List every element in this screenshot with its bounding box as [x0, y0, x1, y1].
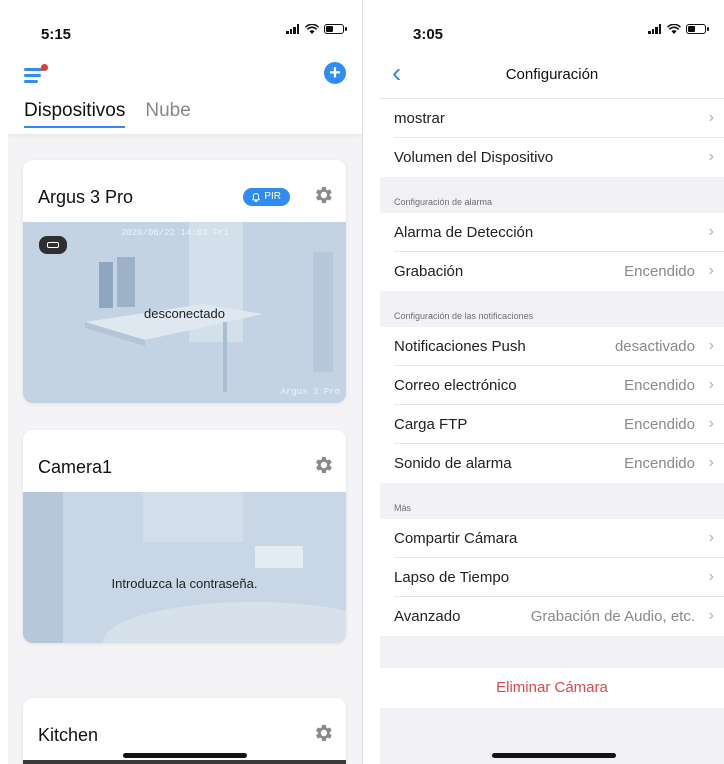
status-icons — [286, 24, 347, 34]
section-header: Configuración de alarma — [394, 197, 493, 207]
settings-row-label: Correo electrónico — [394, 377, 517, 394]
camera-card[interactable]: Argus 3 Pro PIR 2020/06/22 14:03 Fri des… — [23, 160, 346, 403]
camera-name: Argus 3 Pro — [38, 187, 134, 207]
camera-card[interactable]: Camera1 Introduzca la contraseña. — [23, 430, 346, 643]
signal-icon — [286, 24, 300, 34]
chevron-right-icon: › — [708, 454, 714, 471]
add-device-button[interactable]: + — [324, 62, 346, 84]
signal-icon — [648, 24, 662, 34]
settings-row-label: mostrar — [394, 110, 445, 127]
status-time: 5:15 — [41, 26, 72, 43]
home-indicator[interactable] — [492, 753, 616, 758]
settings-row-label: Grabación — [394, 263, 464, 280]
settings-row[interactable]: mostrar › — [380, 99, 724, 138]
settings-screen: 3:05 ‹ Configuración mostrar › Volumen del… — [380, 0, 724, 764]
status-bar: 5:15 — [8, 0, 362, 60]
settings-row-value: desactivado — [614, 338, 695, 355]
camera-battery-icon — [39, 236, 67, 254]
chevron-right-icon: › — [708, 223, 714, 240]
status-time: 3:05 — [413, 26, 444, 43]
devices-header: + Dispositivos Nube — [8, 60, 362, 134]
pir-label: PIR — [264, 191, 281, 202]
section-header: Más — [394, 503, 412, 513]
camera-preview[interactable]: 2020/06/22 14:03 Fri desconectado Argus … — [23, 222, 346, 403]
page-title: Configuración — [505, 66, 599, 83]
notification-dot — [41, 64, 48, 71]
chevron-right-icon: › — [708, 148, 714, 165]
battery-icon — [324, 24, 347, 34]
settings-row-label: Avanzado — [394, 608, 461, 625]
camera-preview[interactable]: Introduzca la contraseña. — [23, 492, 346, 643]
settings-row-label: Carga FTP — [394, 416, 468, 433]
settings-navbar: ‹ Configuración — [380, 52, 724, 99]
tab-nube[interactable]: Nube — [145, 100, 190, 128]
device-tabs: Dispositivos Nube — [24, 100, 191, 128]
settings-row[interactable]: Volumen del Dispositivo › — [380, 138, 724, 177]
chevron-right-icon: › — [708, 262, 714, 279]
settings-row[interactable]: Alarma de Detección › — [380, 213, 724, 252]
settings-row[interactable]: Compartir Cámara › — [380, 519, 724, 558]
settings-row-value: Encendido — [624, 455, 695, 472]
settings-row-label: Compartir Cámara — [394, 530, 518, 547]
settings-row-label: Volumen del Dispositivo — [394, 149, 554, 166]
settings-gear-icon[interactable] — [312, 454, 334, 476]
battery-icon — [686, 24, 709, 34]
home-indicator[interactable] — [123, 753, 247, 758]
status-icons — [648, 24, 709, 34]
settings-row-label: Notificaciones Push — [394, 338, 526, 355]
settings-row-value: Encendido — [624, 377, 695, 394]
devices-screen: 5:15 + Dispositivos Nube Argus 3 Pro PIR — [8, 0, 363, 764]
tab-dispositivos[interactable]: Dispositivos — [24, 100, 126, 128]
chevron-right-icon: › — [708, 376, 714, 393]
wifi-icon — [667, 24, 681, 34]
status-bar: 3:05 — [380, 0, 724, 60]
settings-row[interactable]: Notificaciones Push desactivado › — [380, 327, 724, 366]
settings-gear-icon[interactable] — [312, 184, 334, 206]
settings-row[interactable]: Carga FTP Encendido › — [380, 405, 724, 444]
settings-row[interactable]: Sonido de alarma Encendido › — [380, 444, 724, 483]
bell-icon — [252, 192, 261, 202]
camera-status: Introduzca la contraseña. — [111, 576, 258, 591]
settings-row[interactable]: Lapso de Tiempo › — [380, 558, 724, 597]
camera-preview[interactable] — [23, 760, 346, 764]
delete-camera-button[interactable]: Eliminar Cámara — [380, 668, 724, 708]
chevron-right-icon: › — [708, 607, 714, 624]
settings-row-value: Encendido — [624, 416, 695, 433]
settings-row[interactable]: Correo electrónico Encendido › — [380, 366, 724, 405]
pir-badge[interactable]: PIR — [243, 188, 290, 206]
settings-gear-icon[interactable] — [312, 722, 334, 744]
chevron-right-icon: › — [708, 337, 714, 354]
camera-name: Kitchen — [38, 725, 99, 745]
chevron-right-icon: › — [708, 415, 714, 432]
chevron-right-icon: › — [708, 568, 714, 585]
settings-row[interactable]: Avanzado Grabación de Audio, etc. › — [380, 597, 724, 636]
settings-row-value: Encendido — [624, 263, 695, 280]
overlay-timestamp: 2020/06/22 14:03 Fri — [121, 228, 230, 238]
settings-row-label: Lapso de Tiempo — [394, 569, 510, 586]
camera-watermark: Argus 3 Pro — [280, 387, 340, 397]
chevron-right-icon: › — [708, 109, 714, 126]
section-header: Configuración de las notificaciones — [394, 311, 534, 321]
settings-row[interactable]: Grabación Encendido › — [380, 252, 724, 291]
camera-status: desconectado — [144, 306, 225, 321]
settings-row-label: Alarma de Detección — [394, 224, 534, 241]
settings-row-label: Sonido de alarma — [394, 455, 512, 472]
chevron-right-icon: › — [708, 529, 714, 546]
menu-icon[interactable] — [24, 64, 50, 86]
camera-name: Camera1 — [38, 457, 113, 477]
settings-row-value: Grabación de Audio, etc. — [530, 608, 695, 625]
wifi-icon — [305, 24, 319, 34]
room-scene — [23, 492, 346, 643]
